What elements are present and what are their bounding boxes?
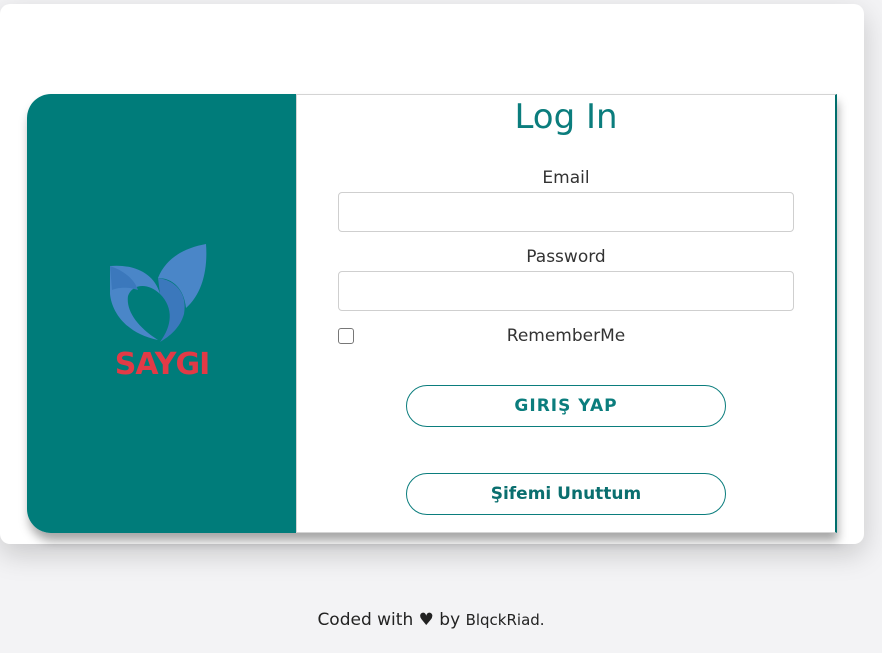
footer: Coded with ♥ by BlqckRiad. [0, 610, 862, 630]
author-link[interactable]: BlqckRiad. [466, 611, 545, 629]
page-title: Log In [514, 97, 618, 137]
heart-icon: ♥ [418, 610, 434, 630]
password-field[interactable] [338, 271, 794, 311]
email-field[interactable] [338, 192, 794, 232]
email-label: Email [542, 168, 590, 188]
login-button[interactable]: GIRIŞ YAP [406, 385, 726, 427]
remember-me-label: RememberMe [506, 326, 626, 346]
footer-prefix: Coded with [317, 610, 414, 630]
brand-panel: SAYGI [27, 94, 296, 533]
leaf-logo-icon [110, 244, 207, 342]
logo-text: SAYGI [114, 347, 210, 382]
password-label: Password [526, 247, 606, 267]
brand-logo: SAYGI [109, 244, 219, 384]
login-card: SAYGI Log In Email Password RememberMe G… [27, 94, 837, 533]
forgot-password-button[interactable]: Şifemi Unuttum [406, 473, 726, 515]
footer-by: by [439, 610, 461, 630]
login-form: Log In Email Password RememberMe GIRIŞ Y… [296, 94, 837, 533]
